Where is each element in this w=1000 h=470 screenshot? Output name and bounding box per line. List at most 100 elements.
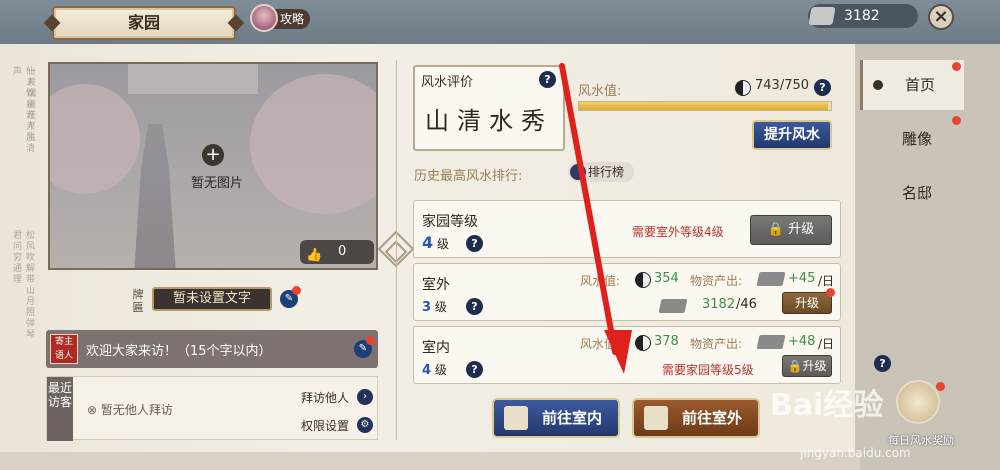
page-title-text: 家园 <box>127 13 160 32</box>
outdoor-prod-value: +45 <box>788 271 816 286</box>
notification-dot <box>952 62 961 71</box>
help-icon[interactable]: ? <box>466 361 483 378</box>
sidebar: 首页 雕像 名邸 <box>860 56 1000 436</box>
resource-icon <box>808 7 836 25</box>
page-title: 家园 <box>43 6 245 40</box>
ornament-icon <box>227 14 245 32</box>
level-unit: 级 <box>436 237 449 251</box>
outdoor-title: 室外 <box>422 277 450 293</box>
divider <box>396 60 397 440</box>
gear-icon[interactable]: ⚙ <box>357 417 373 433</box>
indoor-level-value: 4 级 <box>422 361 447 378</box>
indoor-level-number: 4 <box>422 363 432 378</box>
go-indoor-button[interactable]: 前往室内 <box>492 398 620 438</box>
go-indoor-label: 前往室内 <box>542 409 603 427</box>
resource-icon <box>756 272 786 286</box>
outdoor-upgrade-button[interactable]: 升级 <box>782 292 832 314</box>
yinyang-icon <box>635 272 651 288</box>
upgrade-fengshui-button[interactable]: 提升风水 <box>752 120 832 150</box>
resource-icon <box>756 335 786 349</box>
outdoor-card: 室外 3 级 ? 风水值: 354 物资产出: +45 /日 3182 /46 … <box>413 263 841 321</box>
decorative-text: 一蓑烟雨任平生 <box>25 66 35 143</box>
like-count: 0 <box>338 244 347 259</box>
top-bar: 家园 攻略 3182 × <box>0 0 1000 44</box>
currency-value: 3182 <box>844 8 880 24</box>
fengshui-eval-title: 风水评价 <box>421 75 474 90</box>
level-unit: 级 <box>434 300 447 314</box>
home-level-title: 家园等级 <box>422 214 478 230</box>
close-icon: × <box>933 6 949 27</box>
outdoor-fs-value: 354 <box>654 271 679 286</box>
history-rank-label: 历史最高风水排行: <box>414 169 523 184</box>
host-seal: 寄主 语人 <box>50 334 78 364</box>
fengshui-value: 743/750 <box>755 78 810 93</box>
permission-settings-button[interactable]: 权限设置 <box>301 417 349 434</box>
home-level-upgrade-button[interactable]: 🔒 升级 <box>750 215 832 245</box>
notification-dot <box>936 382 945 391</box>
guide-label: 攻略 <box>274 9 310 29</box>
ornament-icon <box>43 14 61 32</box>
sidebar-item-statue[interactable]: 雕像 <box>860 114 964 164</box>
no-image-text: 暂无图片 <box>190 176 243 191</box>
sidebar-item-mansion[interactable]: 名邸 <box>860 168 964 218</box>
decorative-text: 松风吹解带山月照弹琴君问穷通理 <box>11 230 34 340</box>
bottom-strip <box>0 452 860 470</box>
fengshui-progress <box>578 101 832 111</box>
outdoor-fs-label: 风水值: <box>580 274 621 288</box>
level-unit: 级 <box>434 363 447 377</box>
indoor-requirement: 需要家园等级5级 <box>662 363 754 377</box>
upgrade-label: 升级 <box>788 222 815 237</box>
notification-dot <box>952 116 961 125</box>
indoor-fs-value: 378 <box>654 334 679 349</box>
indoor-prod-value: +48 <box>788 334 816 349</box>
thumb-up-icon: 👍 <box>306 248 323 263</box>
notification-dot <box>366 336 375 345</box>
plaque-label: 牌匾 <box>132 288 144 314</box>
leaderboard-button[interactable]: 排行榜 <box>568 162 634 182</box>
leaderboard-label: 排行榜 <box>588 165 625 179</box>
help-icon[interactable]: ? <box>539 71 556 88</box>
fengshui-eval-text: 山清水秀 <box>425 107 553 135</box>
avatar <box>250 4 278 32</box>
yinyang-icon <box>873 80 883 90</box>
fengshui-value-label: 风水值: <box>578 84 622 99</box>
help-icon[interactable]: ? <box>466 298 483 315</box>
watermark: Bai经验 <box>770 388 884 423</box>
home-photo[interactable]: + 暂无图片 👍 0 <box>48 62 378 270</box>
help-icon[interactable]: ? <box>814 79 831 96</box>
indoor-upgrade-button[interactable]: 🔒升级 <box>782 355 832 377</box>
indoor-fs-label: 风水值: <box>580 337 621 351</box>
home-level-value: 4 级 <box>422 233 449 252</box>
permission-label: 权限设置 <box>301 419 350 433</box>
go-outdoor-button[interactable]: 前往室外 <box>632 398 760 438</box>
indoor-prod-unit: /日 <box>818 337 835 351</box>
watermark-url: jingyan.baidu.com <box>800 446 911 460</box>
visitors-empty-text: ⊗ 暂无他人拜访 <box>87 403 173 417</box>
add-photo-icon[interactable]: + <box>202 144 224 166</box>
yinyang-icon <box>635 335 651 351</box>
sidebar-item-label: 首页 <box>905 76 936 94</box>
like-button[interactable]: 👍 0 <box>300 240 374 264</box>
visit-others-button[interactable]: 拜访他人 <box>301 389 349 406</box>
notification-dot <box>292 286 301 295</box>
plaque-text[interactable]: 暂未设置文字 <box>152 287 272 311</box>
sidebar-item-label: 名邸 <box>902 184 933 202</box>
visitors-tag: 最近访客 <box>47 377 73 441</box>
welcome-text: 欢迎大家来访！（15个字以内） <box>86 344 272 359</box>
daily-fengshui-reward[interactable]: 每日风水奖励 <box>876 380 966 450</box>
sidebar-item-home[interactable]: 首页 <box>860 60 964 110</box>
notification-dot <box>826 288 835 297</box>
outdoor-cost-have: 3182 <box>702 297 736 312</box>
outdoor-cost-need: /46 <box>736 297 757 312</box>
home-level-requirement: 需要室外等级4级 <box>632 225 724 239</box>
arrow-right-icon[interactable]: › <box>357 389 373 405</box>
reward-orb-icon <box>896 380 940 424</box>
close-button[interactable]: × <box>928 4 954 30</box>
garden-icon <box>644 406 668 430</box>
outdoor-level-number: 3 <box>422 300 432 315</box>
guide-button[interactable]: 攻略 <box>250 4 310 32</box>
welcome-message: 寄主 语人 欢迎大家来访！（15个字以内） ✎ <box>46 330 378 368</box>
home-level-number: 4 <box>422 233 434 252</box>
help-icon[interactable]: ? <box>466 235 483 252</box>
outdoor-prod-label: 物资产出: <box>690 274 743 288</box>
